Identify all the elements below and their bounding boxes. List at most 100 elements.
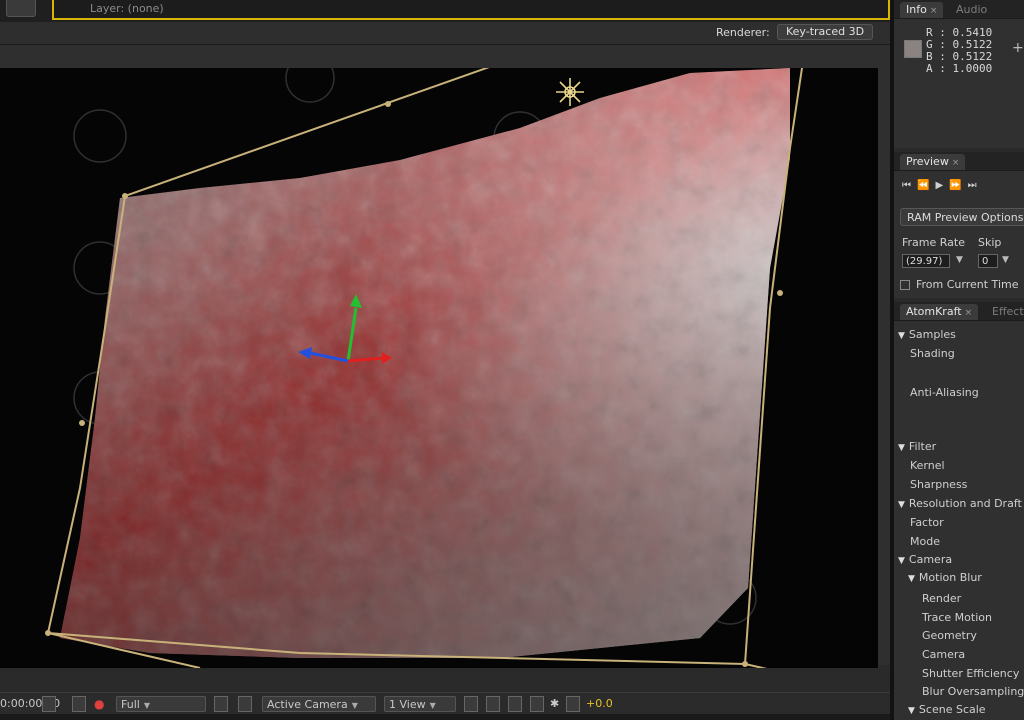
group-resolution-label: Resolution and Draft <box>908 497 1022 510</box>
prop-render[interactable]: Render <box>922 592 961 605</box>
group-filter[interactable]: ▼ Filter <box>898 440 936 453</box>
group-scene-scale-label: Scene Scale <box>918 703 986 716</box>
disclosure-triangle-icon[interactable]: ▼ <box>898 331 905 341</box>
view-value: Active Camera <box>267 698 348 711</box>
group-filter-label: Filter <box>908 440 937 453</box>
resolution-value: Full <box>121 698 140 711</box>
group-scene-scale[interactable]: ▼ Scene Scale <box>908 703 986 716</box>
renderer-label: Renderer: <box>716 26 770 39</box>
toggle-pixel-aspect-icon[interactable] <box>464 696 478 712</box>
skip-field[interactable]: 0 <box>978 254 998 268</box>
tab-preview-label: Preview <box>906 155 949 168</box>
frame-rate-field[interactable]: (29.97) <box>902 254 950 268</box>
prop-shutter-efficiency[interactable]: Shutter Efficiency <box>922 667 1019 680</box>
last-frame-icon[interactable]: ⏭ <box>968 180 983 191</box>
group-camera[interactable]: ▼ Camera <box>898 553 952 566</box>
frame-rate-label: Frame Rate <box>902 236 965 249</box>
group-samples[interactable]: ▼ Samples <box>898 328 956 341</box>
disclosure-triangle-icon[interactable]: ▼ <box>908 574 915 584</box>
exposure-reset-icon[interactable]: ✱ <box>550 696 564 712</box>
info-tabbar: Info × Audio <box>894 0 1024 19</box>
alpha-value: A : 1.0000 <box>926 62 993 75</box>
disclosure-triangle-icon[interactable]: ▼ <box>908 706 915 716</box>
tab-preview[interactable]: Preview × <box>900 154 966 170</box>
top-strip: Layer: (none) <box>0 0 890 22</box>
transparency-grid-icon[interactable] <box>238 696 252 712</box>
timeline-icon[interactable] <box>508 696 522 712</box>
skip-label: Skip <box>978 236 1002 249</box>
color-swatch <box>904 40 922 58</box>
tab-effects[interactable]: Effects <box>986 304 1024 320</box>
from-current-time-checkbox[interactable] <box>900 280 910 290</box>
region-of-interest-icon[interactable] <box>214 696 228 712</box>
transport-controls: ⏮⏪▶⏩⏭ <box>902 180 983 191</box>
composition-header: Renderer: Key-traced 3D <box>0 22 890 45</box>
prop-camera[interactable]: Camera <box>922 648 965 661</box>
preview-panel: Preview × ⏮⏪▶⏩⏭ RAM Preview Options Frame… <box>894 152 1024 298</box>
flowchart-icon[interactable] <box>530 696 544 712</box>
from-current-time-label: From Current Time <box>916 278 1019 291</box>
layer-label: Layer: (none) <box>90 2 164 15</box>
prop-blur-oversampling[interactable]: Blur Oversampling <box>922 685 1024 698</box>
chevron-down-icon: ▼ <box>351 701 358 710</box>
play-icon[interactable]: ▶ <box>935 180 949 191</box>
close-icon[interactable]: × <box>965 308 973 318</box>
crosshair-icon: + <box>1012 40 1024 56</box>
prop-mode[interactable]: Mode <box>910 535 940 548</box>
chevron-down-icon: ▼ <box>429 701 436 710</box>
chevron-down-icon: ▼ <box>143 701 150 710</box>
chevron-down-icon[interactable]: ▼ <box>956 255 963 265</box>
disclosure-triangle-icon[interactable]: ▼ <box>898 556 905 566</box>
next-frame-icon[interactable]: ⏩ <box>949 180 967 191</box>
prop-sharpness[interactable]: Sharpness <box>910 478 967 491</box>
disclosure-triangle-icon[interactable]: ▼ <box>898 500 905 510</box>
exposure-value[interactable]: +0.0 <box>586 696 613 712</box>
previous-frame-icon[interactable]: ⏪ <box>917 180 935 191</box>
viewer-toolbar: 0:00:00:00 ● Full ▼ Active Camera ▼ 1 View… <box>0 692 890 715</box>
layout-value: 1 View <box>389 698 426 711</box>
panel-menu-button[interactable] <box>6 0 36 17</box>
group-motion-blur-label: Motion Blur <box>918 571 982 584</box>
prop-geometry[interactable]: Geometry <box>922 629 977 642</box>
snapshot-camera-icon[interactable] <box>42 696 56 712</box>
prop-kernel[interactable]: Kernel <box>910 459 945 472</box>
close-icon[interactable]: × <box>952 158 960 168</box>
status-strip <box>0 714 890 720</box>
renderer-button[interactable]: Key-traced 3D <box>777 24 874 40</box>
layout-dropdown[interactable]: 1 View ▼ <box>384 696 456 712</box>
resolution-dropdown[interactable]: Full ▼ <box>116 696 206 712</box>
group-motion-blur[interactable]: ▼ Motion Blur <box>908 571 982 584</box>
group-samples-label: Samples <box>908 328 956 341</box>
viewer-canvas <box>45 68 804 668</box>
layer-field[interactable]: Layer: (none) <box>52 0 890 20</box>
tab-info-label: Info <box>906 3 927 16</box>
prop-trace-motion[interactable]: Trace Motion <box>922 611 992 624</box>
light-icon[interactable] <box>556 78 584 106</box>
prop-shading[interactable]: Shading <box>910 347 955 360</box>
terrain-render <box>60 68 790 658</box>
prop-factor[interactable]: Factor <box>910 516 944 529</box>
color-channels-icon[interactable]: ● <box>94 696 110 712</box>
first-frame-icon[interactable]: ⏮ <box>902 180 917 191</box>
prop-anti-aliasing[interactable]: Anti-Aliasing <box>910 386 979 399</box>
close-icon[interactable]: × <box>930 6 938 16</box>
ram-preview-options[interactable]: RAM Preview Options <box>900 208 1024 226</box>
disclosure-triangle-icon[interactable]: ▼ <box>898 443 905 453</box>
group-camera-label: Camera <box>908 553 953 566</box>
rgba-readout: R : 0.5410 G : 0.5122 B : 0.5122 A : 1.0… <box>926 27 992 75</box>
tab-info[interactable]: Info × <box>900 2 944 18</box>
exposure-icon[interactable] <box>566 696 580 712</box>
group-resolution-draft[interactable]: ▼ Resolution and Draft <box>898 497 1022 510</box>
chevron-down-icon[interactable]: ▼ <box>1002 255 1009 265</box>
fast-previews-icon[interactable] <box>486 696 500 712</box>
show-snapshot-icon[interactable] <box>72 696 86 712</box>
tab-atomkraft-label: AtomKraft <box>906 305 962 318</box>
info-panel: Info × Audio R : 0.5410 G : 0.5122 B : 0.… <box>894 0 1024 148</box>
view-dropdown[interactable]: Active Camera ▼ <box>262 696 376 712</box>
atomkraft-tabbar: AtomKraft× Effects <box>894 302 1024 321</box>
atomkraft-panel: AtomKraft× Effects ▼Samples Shading Anti… <box>894 302 1024 720</box>
tab-atomkraft[interactable]: AtomKraft × <box>900 304 979 320</box>
composition-viewer[interactable] <box>0 68 878 668</box>
preview-tabbar: Preview × <box>894 152 1024 171</box>
tab-audio[interactable]: Audio <box>950 2 993 18</box>
